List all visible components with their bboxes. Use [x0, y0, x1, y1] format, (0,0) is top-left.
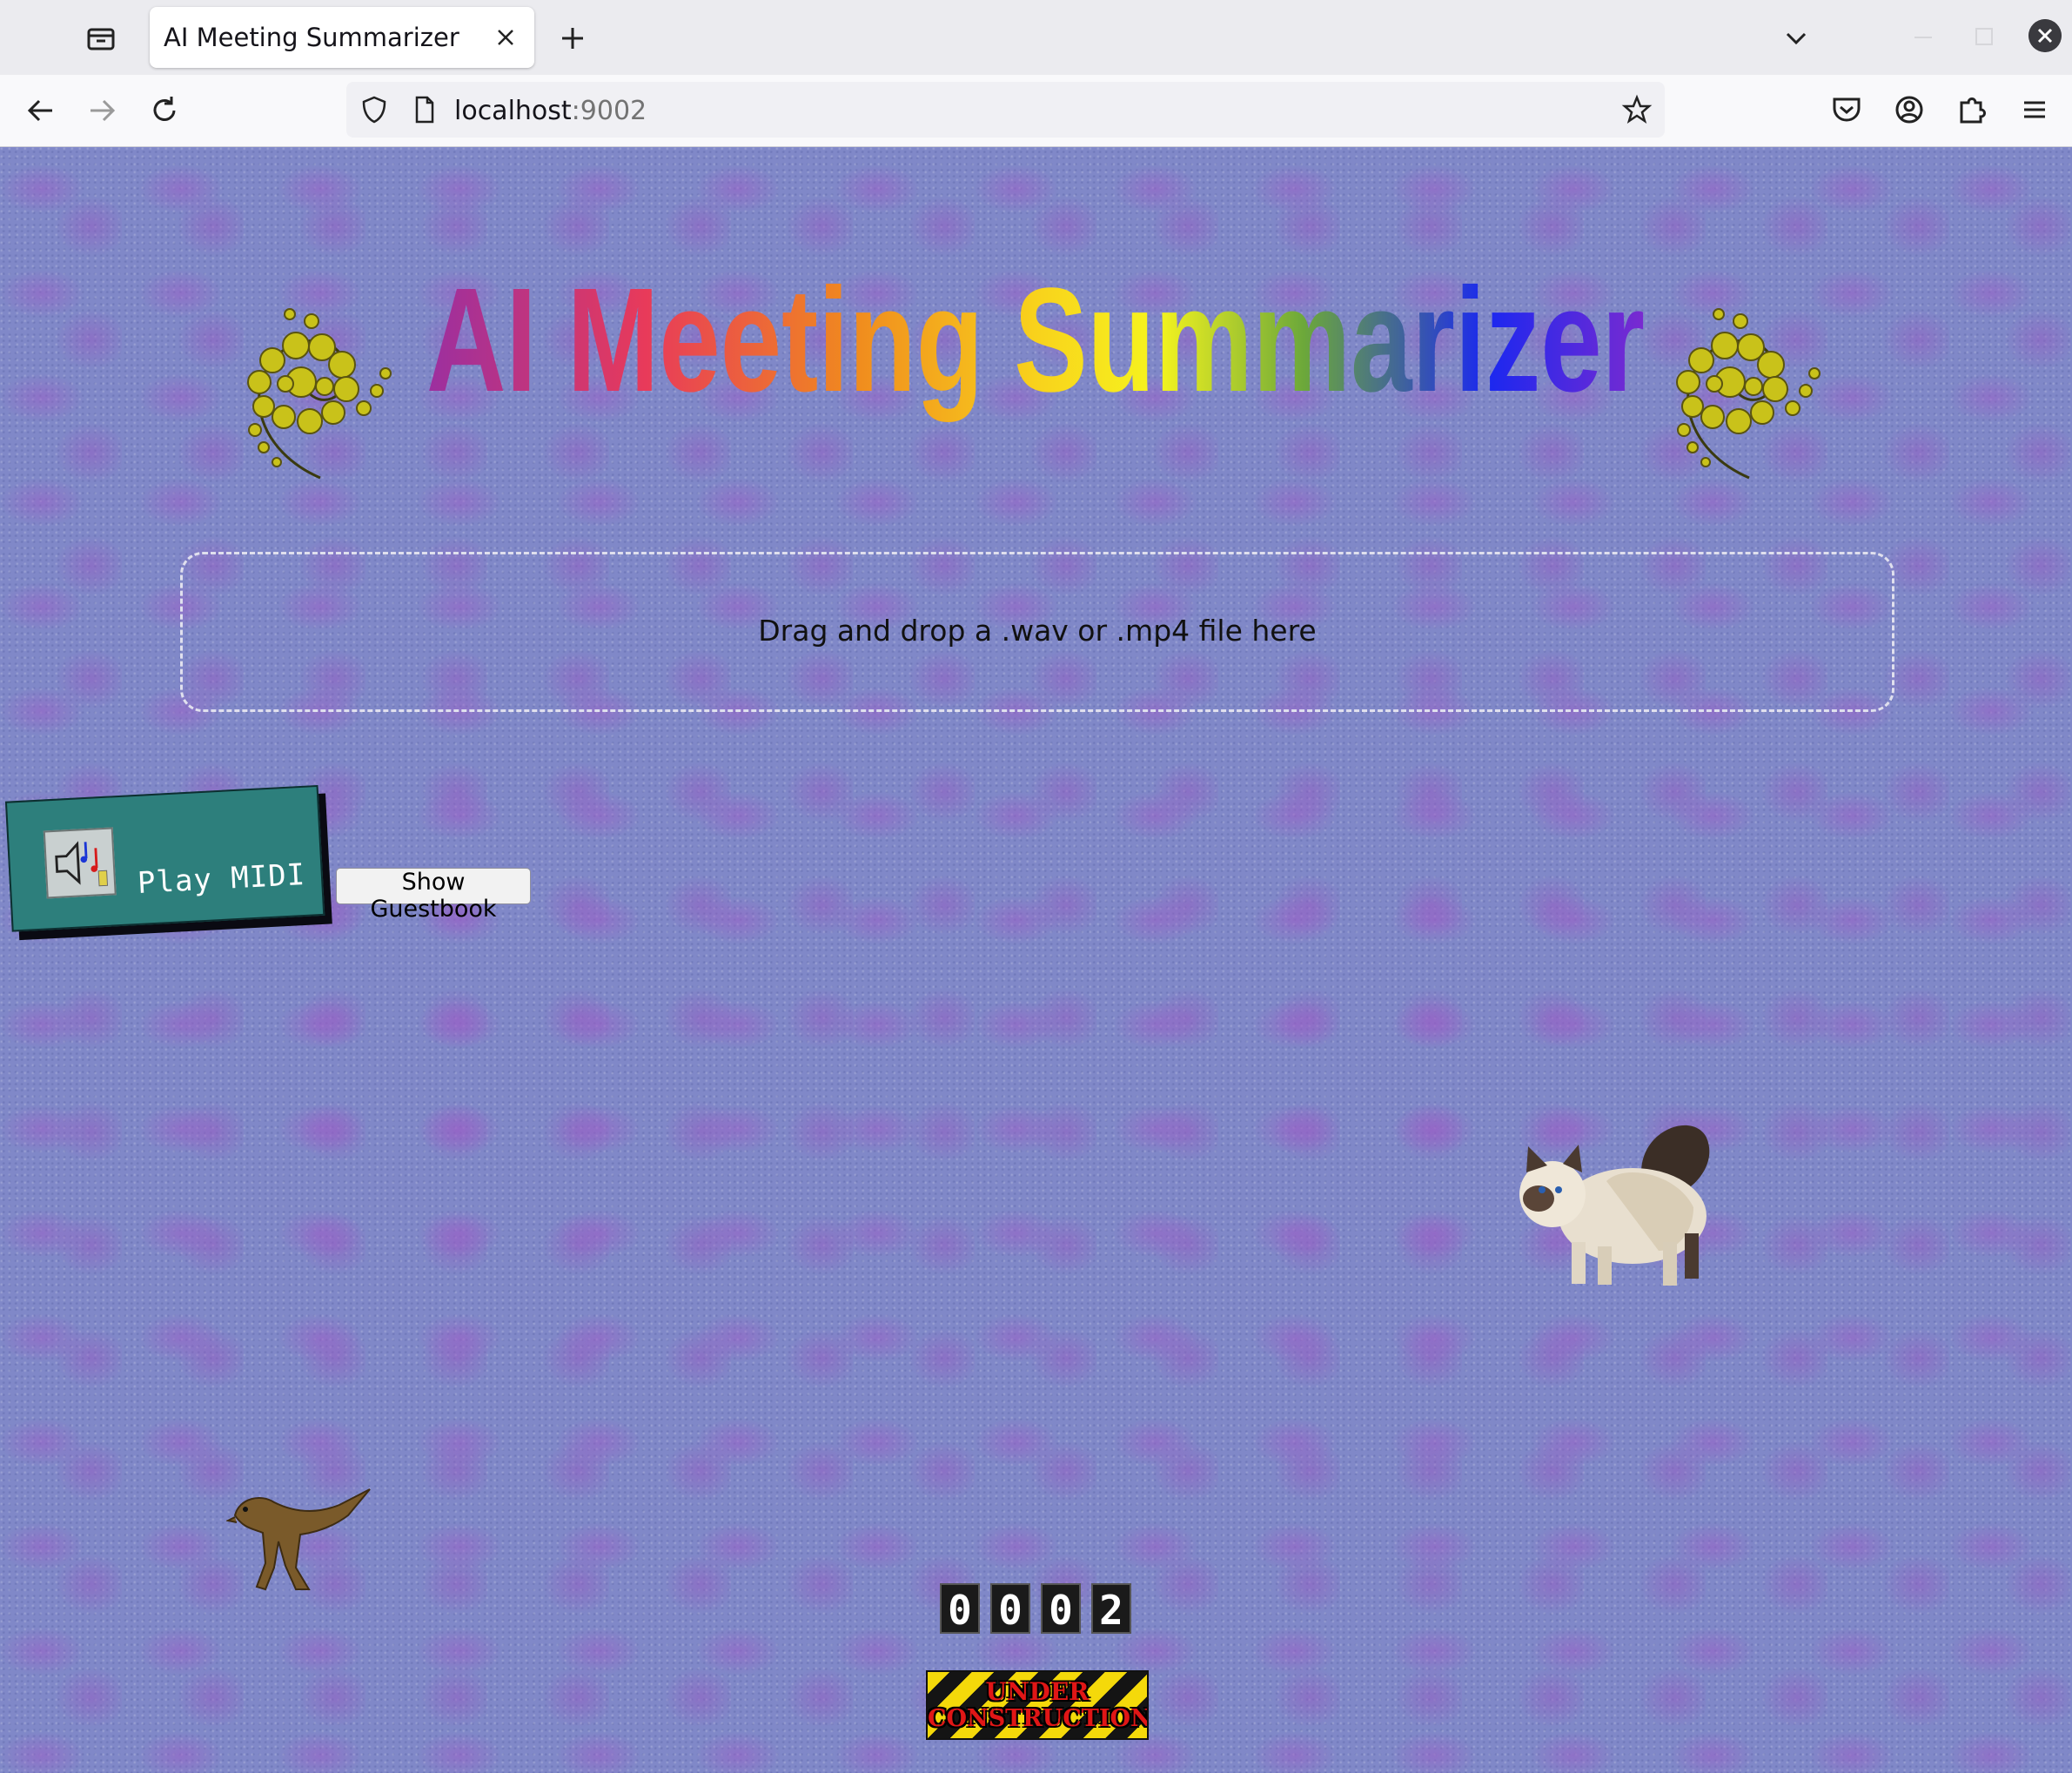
browser-nav-bar: localhost:9002 — [0, 75, 2072, 147]
play-midi-button[interactable]: Play MIDI — [4, 784, 334, 944]
account-icon[interactable] — [1890, 91, 1928, 129]
counter-digit: 2 — [1091, 1583, 1131, 1634]
chevron-down-icon[interactable] — [1780, 23, 1812, 54]
url-host: localhost — [454, 96, 572, 126]
page-content: AI Meeting Summarizer Drag and drop a .w… — [0, 147, 2072, 1773]
reload-icon[interactable] — [146, 92, 183, 129]
plus-icon[interactable] — [557, 23, 588, 54]
hamburger-menu-icon[interactable] — [2015, 91, 2054, 129]
play-midi-face[interactable]: Play MIDI — [4, 784, 325, 932]
browser-tab-active[interactable]: AI Meeting Summarizer — [150, 7, 534, 68]
browser-tab-bar: AI Meeting Summarizer — [0, 0, 2072, 75]
tab-overview-icon[interactable] — [84, 21, 118, 56]
star-icon[interactable] — [1621, 94, 1653, 125]
maximize-window-icon[interactable] — [1975, 28, 1993, 45]
left-swirl-ornament — [247, 308, 392, 480]
address-bar[interactable]: localhost:9002 — [346, 82, 1665, 138]
pocket-icon[interactable] — [1827, 91, 1866, 129]
page-title: AI Meeting Summarizer — [418, 258, 1653, 423]
under-construction-banner: UNDER CONSTRUCTION — [926, 1670, 1149, 1740]
page-icon[interactable] — [409, 94, 440, 125]
right-swirl-ornament — [1676, 308, 1821, 480]
url-port: :9002 — [571, 96, 647, 126]
file-dropzone[interactable]: Drag and drop a .wav or .mp4 file here — [180, 552, 1894, 712]
show-guestbook-button[interactable]: Show Guestbook — [336, 868, 531, 923]
tab-title: AI Meeting Summarizer — [164, 23, 459, 52]
construction-line2: CONSTRUCTION — [928, 1705, 1149, 1732]
play-midi-label: Play MIDI — [137, 856, 307, 901]
shield-icon[interactable] — [359, 94, 390, 125]
minimize-window-icon[interactable] — [1914, 37, 1932, 38]
counter-digit: 0 — [940, 1583, 980, 1634]
hit-counter: 0 0 0 2 — [940, 1583, 1131, 1634]
speaker-music-icon — [43, 827, 117, 899]
puzzle-icon[interactable] — [1953, 91, 1991, 129]
page-title-text: AI Meeting Summarizer — [426, 258, 1645, 423]
forward-arrow-icon[interactable] — [84, 92, 120, 129]
counter-digit: 0 — [990, 1583, 1030, 1634]
back-arrow-icon[interactable] — [23, 92, 59, 129]
construction-line1: UNDER — [985, 1677, 1090, 1706]
cat-image — [1519, 1125, 1710, 1286]
dinosaur-image — [226, 1488, 371, 1591]
counter-digit: 0 — [1041, 1583, 1081, 1634]
url-text: localhost:9002 — [454, 96, 647, 126]
close-window-icon[interactable] — [2028, 19, 2062, 52]
close-tab-icon[interactable] — [493, 24, 519, 50]
dropzone-text: Drag and drop a .wav or .mp4 file here — [758, 614, 1317, 648]
